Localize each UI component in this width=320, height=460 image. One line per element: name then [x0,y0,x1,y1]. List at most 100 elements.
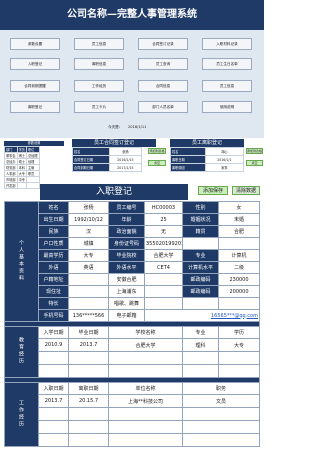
nav-button-employee-info[interactable]: 员工信息 [74,38,124,50]
field-value[interactable]: 二级 [218,261,260,274]
work-cell[interactable]: 20.15.7 [68,394,109,408]
nav-button-work-history[interactable]: 工作经历 [74,80,124,92]
phone-value[interactable]: 136*****566 [68,309,109,322]
field-value[interactable]: 合肥 [218,225,260,238]
field-value[interactable]: 上海浦东 [108,285,145,298]
nav-button-contract-expiry[interactable]: 合同到期提醒 [10,80,60,92]
edu-cell[interactable] [218,364,260,378]
entry-clear-button[interactable]: 清除数据 [232,186,260,195]
edu-cell[interactable] [108,351,183,365]
field-value[interactable]: 合肥大学 [144,249,183,262]
field-value[interactable]: 25 [144,213,183,226]
nav-button-employee-query[interactable]: 员工查询 [138,58,188,70]
field-value[interactable]: 英语 [68,261,109,274]
nav-button-contract-info[interactable]: 合同信息 [138,80,188,92]
work-cell[interactable] [108,407,183,421]
field-value[interactable] [68,297,109,310]
edu-cell[interactable] [182,351,219,365]
work-cell[interactable] [38,407,69,421]
edu-cell[interactable] [108,364,183,378]
leave-field-value[interactable]: 家事 [204,163,245,172]
work-cell[interactable] [182,407,260,421]
work-cell[interactable] [182,420,260,434]
mini-param-cell: 总经理 [25,152,40,159]
work-cell[interactable] [108,420,183,434]
field-value[interactable] [182,237,219,250]
nav-button-dept-list[interactable]: 部门人员名单 [138,101,188,113]
nav-button-leave-entry[interactable]: 离职登记 [10,101,60,113]
work-cell[interactable] [108,433,183,447]
work-cell[interactable] [182,433,260,447]
field-value[interactable]: 35502019920101**** [144,237,183,250]
edu-cell[interactable]: 大专 [218,338,260,352]
mini-param-cell: 开发部 [4,182,18,189]
edu-cell[interactable] [68,364,109,378]
contract-add-button[interactable]: 添加到表格 [148,148,166,154]
email-value[interactable]: 16565***@qq.com [144,309,260,322]
field-value[interactable] [68,285,109,298]
nav-button-help[interactable]: 使用说明 [202,101,252,113]
edu-cell[interactable] [218,351,260,365]
nav-button-employee-info-2[interactable]: 员工信息 [202,80,252,92]
field-value[interactable] [218,237,260,250]
field-value[interactable] [218,297,260,310]
field-value[interactable]: 未婚 [218,213,260,226]
field-value[interactable]: 汉 [68,225,109,238]
nav-button-onboarding-materials[interactable]: 入职材料记录 [202,38,252,50]
edu-cell[interactable] [38,364,69,378]
field-value[interactable]: 安徽合肥 [108,273,145,286]
edu-cell[interactable]: 2013.7 [68,338,109,352]
leave-add-button[interactable]: 添加到表格 [246,148,263,154]
field-value[interactable]: 200000 [218,285,260,298]
mini-param-cell [16,182,27,189]
field-value[interactable] [144,273,183,286]
nav-button-birthday-list[interactable]: 员工生日名单 [202,58,252,70]
leave-field-value[interactable]: 胡心 [204,147,245,156]
work-cell[interactable] [38,433,69,447]
nav-button-entry[interactable]: 入职登记 [10,58,60,70]
contract-field-value[interactable]: 2016/1/15 [108,155,143,164]
contract-clear-button[interactable]: 清空 [148,160,166,166]
nav-button-contract-record[interactable]: 合同签订记录 [138,38,188,50]
leave-field-row: 离职原因 家事 [170,163,245,172]
field-value[interactable] [144,297,183,310]
edu-cell[interactable] [182,364,219,378]
contract-field-value[interactable]: 2017/1/15 [108,163,143,172]
field-value[interactable]: 1992/10/12 [68,213,109,226]
field-value[interactable]: 张杨 [68,201,109,214]
field-value[interactable]: 女 [218,201,260,214]
field-value[interactable] [144,285,183,298]
field-value[interactable] [182,297,219,310]
work-cell[interactable] [68,420,109,434]
work-cell[interactable] [38,420,69,434]
edu-cell[interactable]: 2010.9 [38,338,69,352]
nav-button-employee-card[interactable]: 员工卡片 [74,101,124,113]
work-cell[interactable] [68,407,109,421]
field-value[interactable] [68,273,109,286]
leave-clear-button[interactable]: 清空 [246,160,263,166]
edu-cell[interactable] [68,351,109,365]
work-cell[interactable]: 上海**科技公司 [108,394,183,408]
work-cell[interactable] [68,433,109,447]
leave-field-label: 离职原因 [170,163,206,172]
nav-button-leave-info[interactable]: 离职信息 [74,58,124,70]
field-value[interactable]: 城镇 [68,237,109,250]
edu-cell[interactable] [38,351,69,365]
field-value[interactable]: 唱歌、跳舞 [108,297,145,310]
field-value[interactable]: HC00003 [144,201,183,214]
contract-field-row: 合同签订日期 2016/1/15 [72,155,143,164]
field-value[interactable]: 230000 [218,273,260,286]
field-value[interactable]: CET4 [144,261,183,274]
edu-cell[interactable]: 合肥大学 [108,338,183,352]
entry-add-button[interactable]: 添加保存 [198,186,228,195]
work-cell[interactable]: 文员 [182,394,260,408]
contract-field-value[interactable]: 张杨 [108,147,143,156]
nav-button-params[interactable]: 参数设置 [10,38,60,50]
field-value[interactable]: 大专 [68,249,109,262]
field-value[interactable]: 计算机 [218,249,260,262]
edu-cell[interactable]: 理科 [182,338,219,352]
today-value: 2018/1/11 [128,125,147,129]
field-value[interactable]: 无 [144,225,183,238]
leave-field-value[interactable]: 2016/1/1 [204,155,245,164]
work-cell[interactable]: 2013.7 [38,394,69,408]
